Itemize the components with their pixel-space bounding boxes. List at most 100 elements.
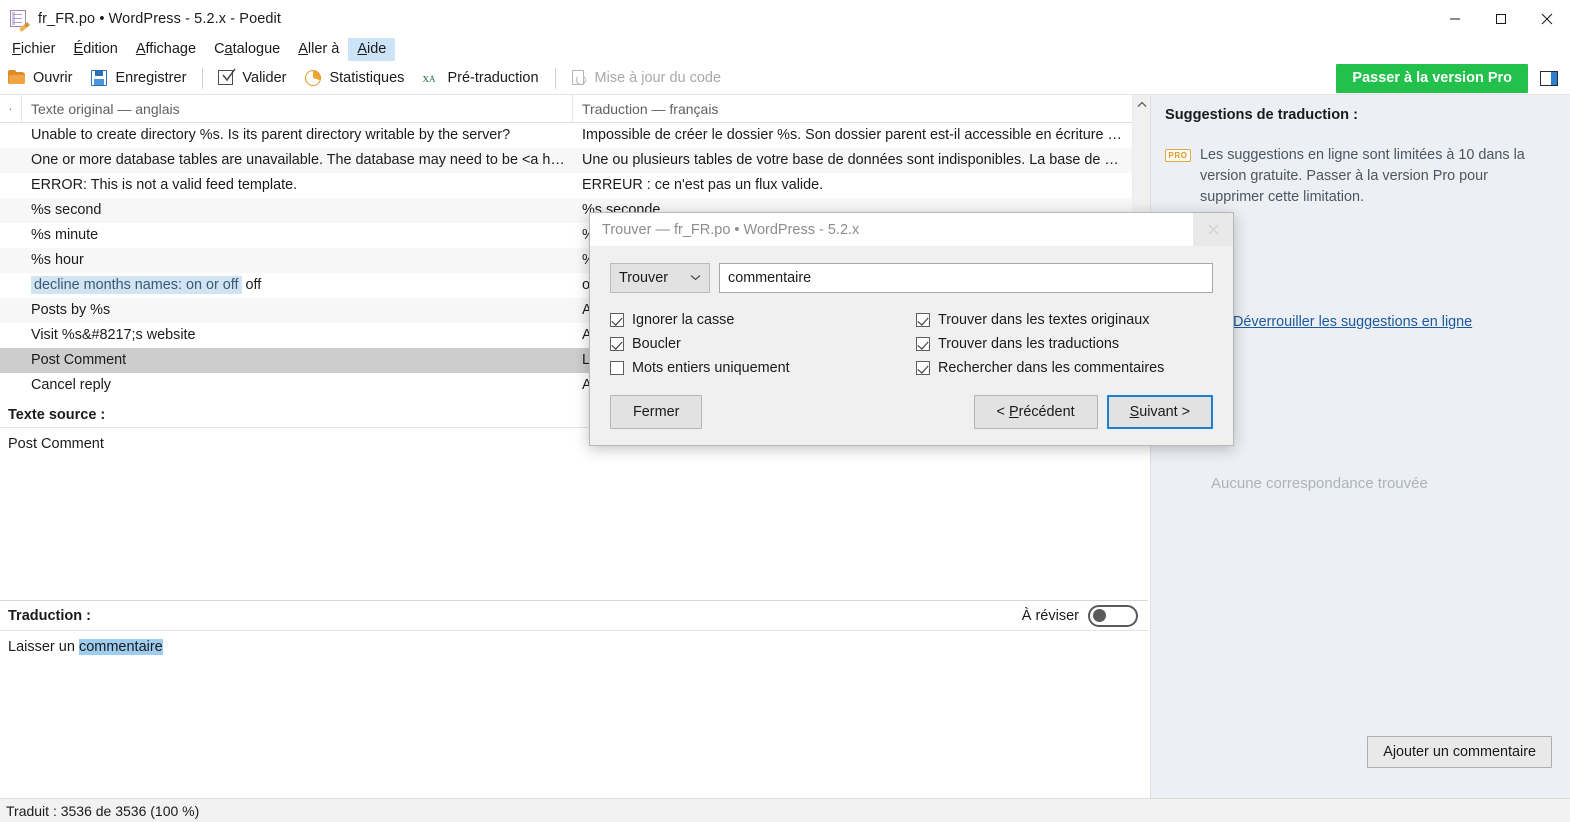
row-target: Impossible de créer le dossier %s. Son d… (582, 127, 1122, 143)
find-query-input[interactable]: commentaire (719, 263, 1213, 293)
option-wrap-around[interactable]: Boucler (610, 336, 916, 352)
menu-catalogue[interactable]: Catalogue (205, 38, 289, 61)
prev-prefix: < (996, 404, 1009, 420)
find-previous-button[interactable]: < Précédent (973, 395, 1098, 429)
menu-aller-a[interactable]: Aller à (289, 38, 348, 61)
list-col-marker: · (0, 94, 22, 123)
pro-badge: PRO (1165, 149, 1191, 162)
next-mnemonic: S (1129, 404, 1140, 420)
row-target: ERREUR : ce n'est pas un flux valide. (582, 177, 824, 193)
option-search-translations-label: Trouver dans les traductions (938, 336, 1120, 352)
option-whole-words-label: Mots entiers uniquement (632, 360, 790, 376)
list-header: · Texte original — anglais Traduction — … (0, 94, 1148, 123)
menu-affichage[interactable]: Affichage (127, 38, 205, 61)
pie-chart-icon (304, 69, 322, 87)
checkbox-icon[interactable] (916, 313, 930, 327)
suggestions-title: Suggestions de traduction : (1165, 107, 1358, 123)
translation-editor[interactable]: Laisser un commentaire (0, 631, 1148, 655)
option-ignore-case[interactable]: Ignorer la casse (610, 312, 916, 328)
row-marker (0, 298, 22, 323)
find-next-button[interactable]: Suivant > (1106, 395, 1213, 429)
row-marker (0, 373, 22, 398)
toolbar-separator-1 (202, 67, 204, 89)
option-ignore-case-label: Ignorer la casse (632, 312, 735, 328)
table-row[interactable]: One or more database tables are unavaila… (0, 148, 1148, 173)
option-search-comments[interactable]: Rechercher dans les commentaires (916, 360, 1164, 376)
close-icon[interactable] (1193, 213, 1233, 246)
scroll-up-arrow-icon[interactable] (1133, 95, 1151, 113)
row-source: ERROR: This is not a valid feed template… (31, 177, 298, 193)
find-query-row: Trouver commentaire (610, 263, 1213, 293)
row-marker (0, 323, 22, 348)
close-icon[interactable] (1524, 0, 1570, 37)
menu-fichier[interactable]: FFichierichier (3, 38, 65, 61)
no-results-message: Aucune correspondance trouvée (1211, 475, 1428, 492)
toolbar-save-label: Enregistrer (115, 70, 187, 86)
row-source: Cancel reply (31, 377, 111, 393)
toolbar-stats-button[interactable]: Statistiques (296, 66, 414, 90)
suggestions-sidebar: Suggestions de traduction : PRO Les sugg… (1150, 95, 1570, 798)
add-comment-button[interactable]: Ajouter un commentaire (1367, 736, 1552, 768)
next-suffix: uivant > (1139, 404, 1190, 420)
pro-notice-text: Les suggestions en ligne sont limitées à… (1200, 147, 1525, 205)
find-options: Ignorer la casse Boucler Mots entiers un… (610, 312, 1213, 376)
toolbar-open-button[interactable]: Ouvrir (0, 66, 82, 90)
checkbox-icon[interactable] (610, 313, 624, 327)
row-source: Post Comment (31, 352, 127, 368)
poedit-window: fr_FR.po • WordPress - 5.2.x - Poedit FF… (0, 0, 1570, 822)
checkbox-icon[interactable] (916, 337, 930, 351)
code-refresh-icon (570, 69, 588, 87)
unlock-suggestions-link[interactable]: Déverrouiller les suggestions en ligne (1233, 314, 1472, 330)
fuzzy-label: À réviser (1021, 607, 1079, 624)
title-bar: fr_FR.po • WordPress - 5.2.x - Poedit (0, 0, 1570, 37)
translation-text-prefix: Laisser un (8, 639, 79, 655)
row-marker (0, 348, 22, 373)
table-row[interactable]: ERROR: This is not a valid feed template… (0, 173, 1148, 198)
checkbox-icon[interactable] (610, 361, 624, 375)
maximize-icon[interactable] (1478, 0, 1524, 37)
row-source: Visit %s&#8217;s website (31, 327, 196, 343)
close-button[interactable]: Fermer (610, 395, 703, 429)
toolbar-code-update-label: Mise à jour du code (594, 70, 722, 86)
list-col-source-header: Texte original — anglais (22, 94, 573, 123)
row-marker (0, 198, 22, 223)
row-marker (0, 273, 22, 298)
option-search-translations[interactable]: Trouver dans les traductions (916, 336, 1164, 352)
fuzzy-toggle[interactable] (1088, 604, 1138, 627)
table-row[interactable]: Unable to create directory %s. Is its pa… (0, 123, 1148, 148)
status-bar: Traduit : 3536 de 3536 (100 %) (0, 798, 1570, 822)
row-marker (0, 223, 22, 248)
menu-aide[interactable]: Aide (348, 38, 396, 61)
option-search-source[interactable]: Trouver dans les textes originaux (916, 312, 1164, 328)
row-source: Unable to create directory %s. Is its pa… (31, 127, 511, 143)
toolbar: Ouvrir Enregistrer Valider Statistiques … (0, 62, 1570, 95)
minimize-icon[interactable] (1432, 0, 1478, 37)
sidebar-toggle-button[interactable] (1528, 62, 1570, 95)
find-mode-value: Trouver (619, 270, 669, 286)
row-source: %s minute (31, 227, 99, 243)
checkbox-icon[interactable] (610, 337, 624, 351)
row-marker (0, 148, 22, 173)
toolbar-pretranslate-label: Pré-traduction (447, 70, 539, 86)
option-whole-words[interactable]: Mots entiers uniquement (610, 360, 916, 376)
toolbar-pretranslate-button[interactable]: xA Pré-traduction (414, 66, 548, 90)
poedit-app-icon (9, 9, 30, 32)
list-col-target-header: Traduction — français (582, 100, 719, 117)
prev-mnemonic: P (1008, 404, 1019, 420)
toolbar-stats-label: Statistiques (329, 70, 405, 86)
window-title: fr_FR.po • WordPress - 5.2.x - Poedit (38, 10, 282, 27)
toolbar-code-update-button[interactable]: Mise à jour du code (562, 66, 732, 90)
checkbox-icon[interactable] (916, 361, 930, 375)
toolbar-save-button[interactable]: Enregistrer (82, 66, 196, 90)
find-mode-select[interactable]: Trouver (610, 263, 710, 293)
find-dialog-titlebar: Trouver — fr_FR.po • WordPress - 5.2.x (590, 213, 1233, 247)
translate-icon: xA (422, 70, 436, 85)
upgrade-pro-button[interactable]: Passer à la version Pro (1336, 63, 1528, 93)
find-dialog-body: Trouver commentaire Ignorer la casse Bou… (590, 247, 1233, 429)
toolbar-validate-button[interactable]: Valider (209, 66, 296, 90)
row-source: One or more database tables are unavaila… (31, 152, 565, 168)
row-source-text: off (245, 277, 262, 293)
row-marker (0, 248, 22, 273)
menu-edition[interactable]: Édition (65, 38, 127, 61)
save-icon (90, 69, 108, 87)
